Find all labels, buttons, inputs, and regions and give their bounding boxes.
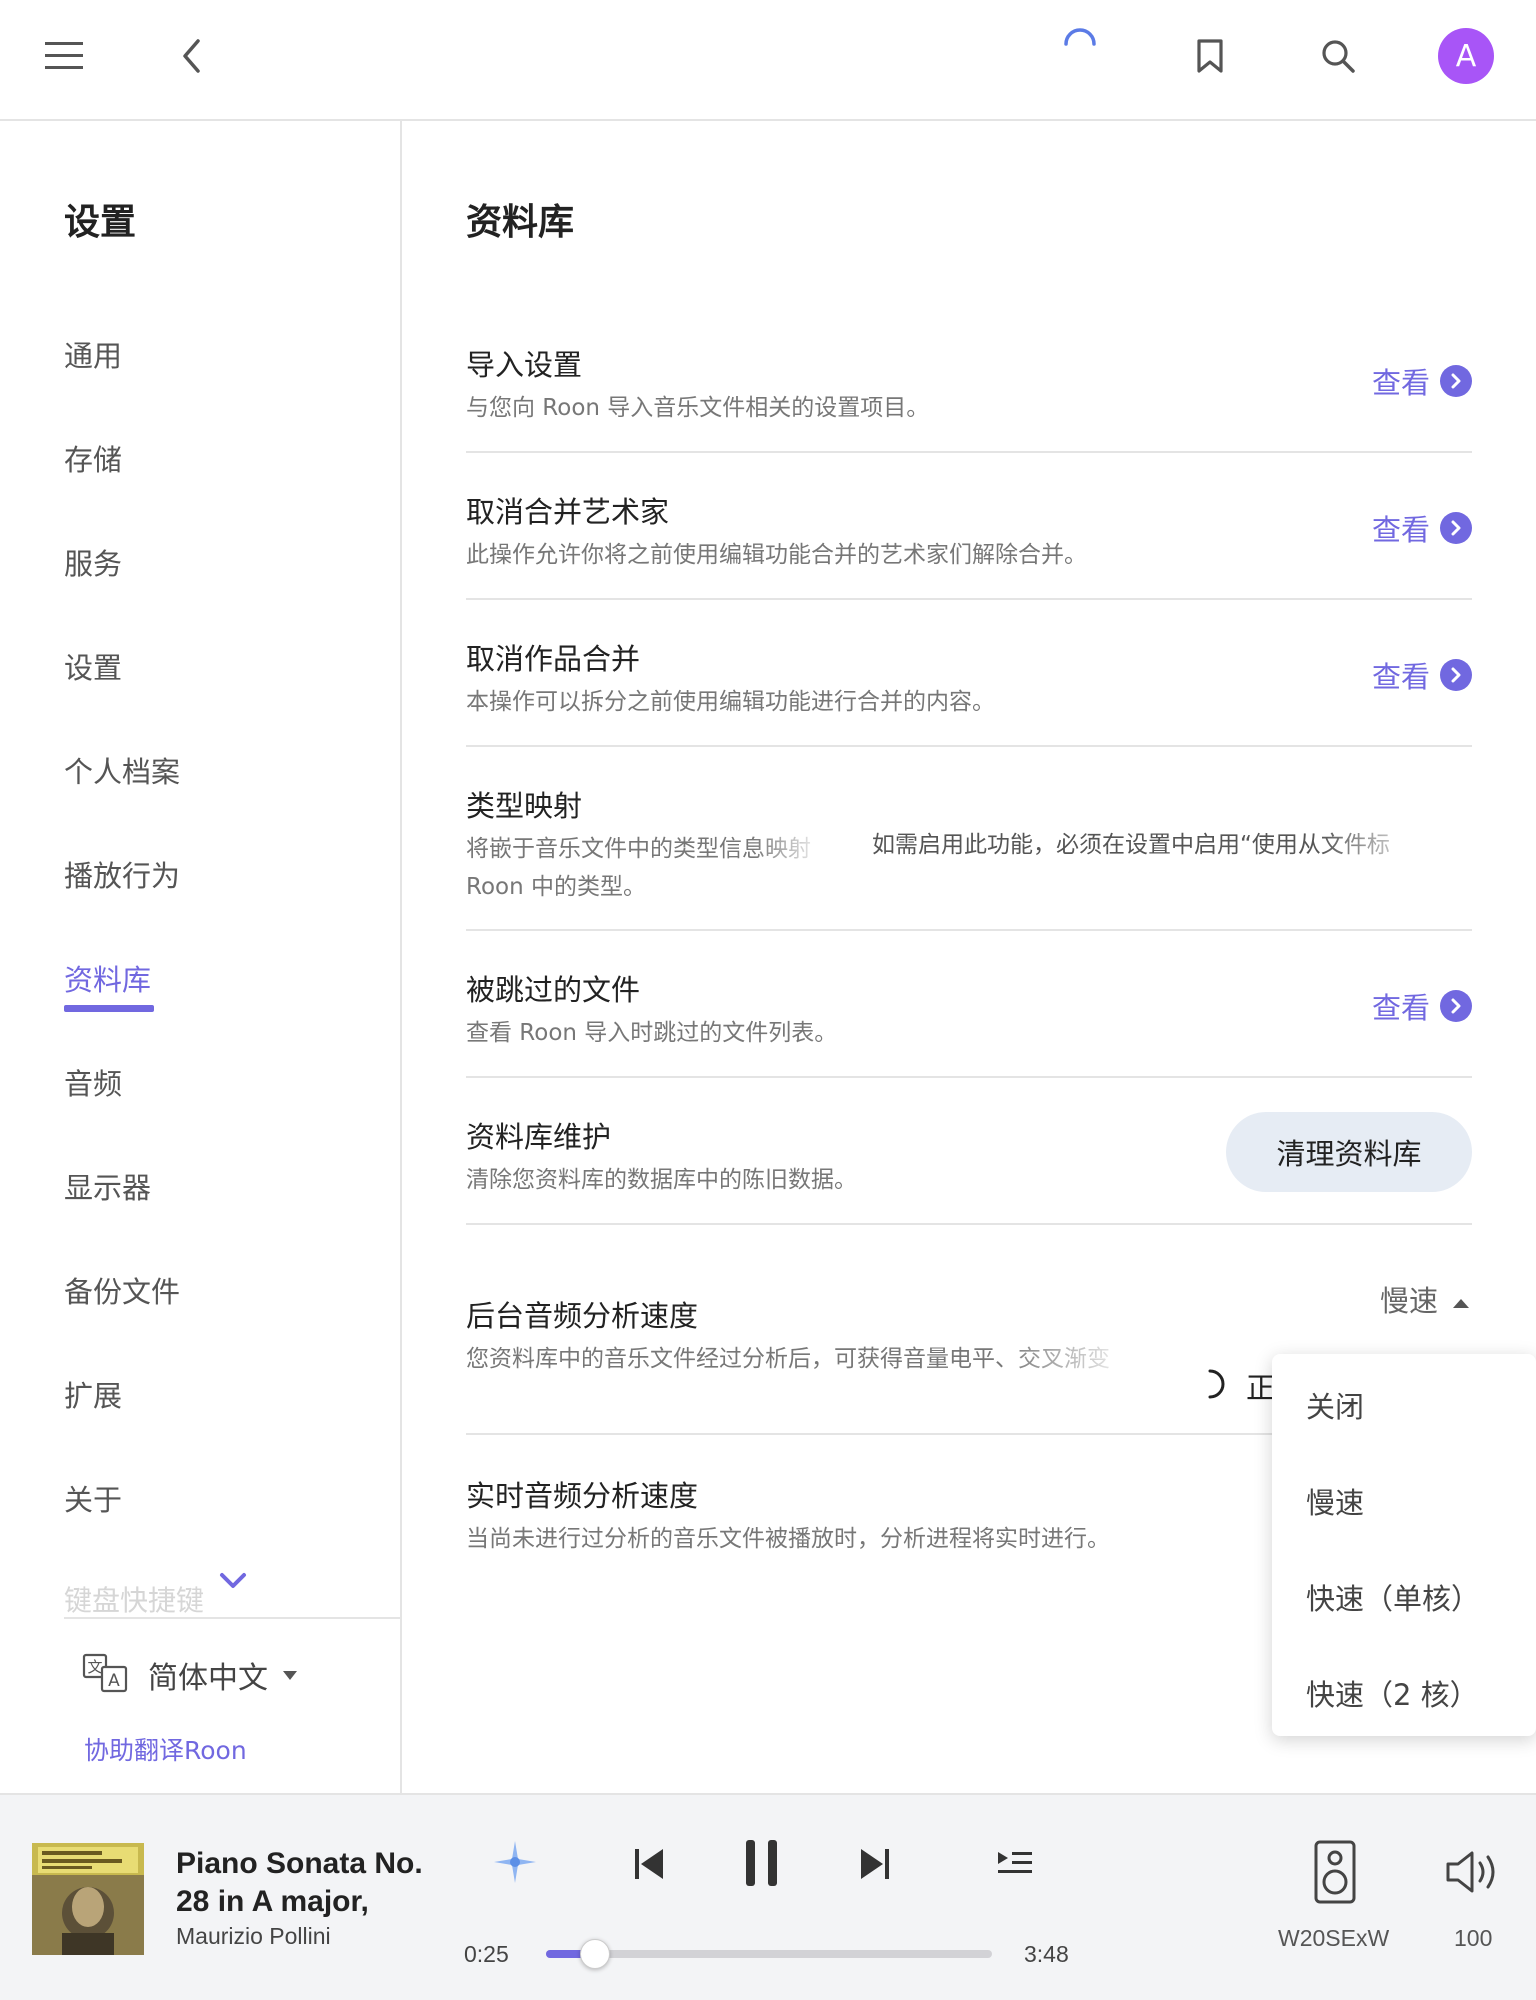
row-description: 当尚未进行过分析的音乐文件被播放时，分析进程将实时进行。 [466, 1526, 1110, 1552]
sidebar-item-extensions[interactable]: 扩展 [64, 1373, 122, 1415]
row-description-continued: Roon 中的类型。 [466, 874, 646, 900]
dropdown-option-off[interactable]: 关闭 [1306, 1384, 1364, 1426]
previous-track-icon[interactable] [624, 1839, 674, 1889]
svg-text:A: A [108, 1671, 120, 1691]
background-speed-select[interactable]: 慢速 [1380, 1278, 1470, 1320]
sidebar-item-library[interactable]: 资料库 [64, 957, 151, 999]
speaker-icon[interactable] [1310, 1839, 1360, 1905]
row-description: 与您向 Roon 导入音乐文件相关的设置项目。 [466, 395, 930, 421]
next-track-icon[interactable] [850, 1839, 900, 1889]
scroll-more-chevron-icon[interactable] [218, 1569, 248, 1593]
sidebar-item-playback[interactable]: 播放行为 [64, 853, 180, 895]
view-label: 查看 [1371, 991, 1430, 1025]
sidebar-item-keyboard-shortcuts[interactable]: 键盘快捷键 [64, 1579, 204, 1619]
view-button[interactable]: 查看 [1372, 654, 1472, 696]
sidebar-item-storage[interactable]: 存储 [64, 437, 122, 479]
clean-library-button[interactable]: 清理资料库 [1226, 1112, 1472, 1192]
analysis-status: 正 [1204, 1365, 1275, 1407]
chevron-right-circle-icon [1440, 512, 1472, 544]
pause-icon[interactable] [734, 1833, 790, 1893]
settings-row-import: 导入设置 与您向 Roon 导入音乐文件相关的设置项目。 查看 [466, 336, 1472, 453]
view-button[interactable]: 查看 [1372, 360, 1472, 402]
svg-text:文: 文 [87, 1658, 102, 1676]
dropdown-option-slow[interactable]: 慢速 [1306, 1480, 1364, 1522]
row-title: 被跳过的文件 [466, 973, 641, 1007]
view-label: 查看 [1371, 366, 1430, 400]
chevron-right-circle-icon [1440, 990, 1472, 1022]
caret-up-icon [1452, 1282, 1470, 1316]
view-label: 查看 [1371, 660, 1430, 694]
seek-bar[interactable] [546, 1939, 992, 1969]
spinner-icon [1204, 1367, 1228, 1405]
zone-name[interactable]: W20SExW [1278, 1925, 1389, 1952]
row-title: 类型映射 [466, 789, 583, 823]
page-title: 资料库 [466, 202, 575, 243]
volume-level[interactable]: 100 [1454, 1925, 1492, 1952]
seek-bar-thumb[interactable] [580, 1939, 611, 1969]
sidebar-item-services[interactable]: 服务 [64, 541, 122, 583]
speed-dropdown-menu: 关闭 慢速 快速（单核） 快速（2 核） [1272, 1354, 1536, 1736]
row-title: 取消作品合并 [466, 642, 641, 676]
album-cover[interactable] [32, 1843, 144, 1955]
view-button[interactable]: 查看 [1372, 507, 1472, 549]
row-title: 导入设置 [466, 348, 583, 382]
row-description: 此操作允许你将之前使用编辑功能合并的艺术家们解除合并。 [466, 542, 1087, 568]
row-description: 清除您资料库的数据库中的陈旧数据。 [466, 1167, 857, 1193]
user-avatar[interactable]: A [1438, 28, 1494, 84]
sidebar-item-profile[interactable]: 个人档案 [64, 749, 180, 791]
row-title: 资料库维护 [466, 1120, 612, 1154]
volume-icon[interactable] [1442, 1847, 1506, 1897]
caret-down-icon [282, 1666, 298, 1685]
sidebar-item-general[interactable]: 通用 [64, 333, 122, 375]
sidebar-item-displays[interactable]: 显示器 [64, 1165, 151, 1207]
bookmark-icon[interactable] [1180, 26, 1240, 86]
settings-row-unmerge-works: 取消作品合并 本操作可以拆分之前使用编辑功能进行合并的内容。 查看 [466, 600, 1472, 747]
chevron-right-circle-icon [1440, 365, 1472, 397]
elapsed-time: 0:25 [464, 1941, 509, 1967]
language-selector[interactable]: 文 A 简体中文 [82, 1653, 298, 1697]
view-label: 查看 [1371, 513, 1430, 547]
genre-mapping-note: 如需启用此功能，必须在设置中启用“使用从文件标 [872, 832, 1390, 858]
sidebar-title: 设置 [64, 202, 137, 243]
dropdown-option-fast-dual[interactable]: 快速（2 核） [1306, 1672, 1479, 1714]
sidebar-item-setup[interactable]: 设置 [64, 645, 122, 687]
settings-row-library-maintenance: 资料库维护 清除您资料库的数据库中的陈旧数据。 清理资料库 [466, 1078, 1472, 1225]
search-icon[interactable] [1308, 26, 1368, 86]
track-artist[interactable]: Maurizio Pollini [176, 1923, 331, 1950]
row-description: 将嵌于音乐文件中的类型信息映射 [466, 836, 811, 862]
settings-row-unmerge-artists: 取消合并艺术家 此操作允许你将之前使用编辑功能合并的艺术家们解除合并。 查看 [466, 453, 1472, 600]
sidebar-divider [64, 1617, 400, 1619]
row-title: 实时音频分析速度 [466, 1479, 699, 1513]
settings-sidebar: 设置 通用 存储 服务 设置 个人档案 播放行为 资料库 音频 显示器 备份文件… [0, 121, 402, 1793]
row-description: 您资料库中的音乐文件经过分析后，可获得音量电平、交叉渐变 [466, 1346, 1110, 1372]
sidebar-item-audio[interactable]: 音频 [64, 1061, 122, 1103]
settings-row-genre-mapping: 类型映射 将嵌于音乐文件中的类型信息映射 Roon 中的类型。 如需启用此功能，… [466, 747, 1472, 931]
queue-icon[interactable] [990, 1843, 1040, 1883]
now-playing-bar: Piano Sonata No. 28 in A major, Maurizio… [0, 1793, 1536, 2000]
active-tab-indicator [64, 1005, 154, 1012]
help-translate-link[interactable]: 协助翻译Roon [84, 1731, 247, 1767]
translate-icon: 文 A [82, 1653, 130, 1697]
analysis-status-text: 正 [1246, 1371, 1276, 1405]
dropdown-option-fast-single[interactable]: 快速（单核） [1306, 1576, 1480, 1618]
sidebar-item-about[interactable]: 关于 [64, 1477, 122, 1519]
speed-select-value: 慢速 [1380, 1284, 1439, 1318]
top-bar: A [0, 0, 1536, 121]
chevron-left-icon[interactable] [162, 26, 222, 86]
radio-sparkle-icon[interactable] [488, 1835, 542, 1889]
row-description: 查看 Roon 导入时跳过的文件列表。 [466, 1020, 838, 1046]
row-title: 取消合并艺术家 [466, 495, 670, 529]
hamburger-menu-icon[interactable] [34, 26, 94, 86]
row-title: 后台音频分析速度 [466, 1299, 699, 1333]
track-duration: 3:48 [1024, 1941, 1069, 1967]
sidebar-item-backups[interactable]: 备份文件 [64, 1269, 180, 1311]
chevron-right-circle-icon [1440, 659, 1472, 691]
view-button[interactable]: 查看 [1372, 985, 1472, 1027]
settings-row-skipped-files: 被跳过的文件 查看 Roon 导入时跳过的文件列表。 查看 [466, 931, 1472, 1078]
track-title[interactable]: Piano Sonata No. 28 in A major, [176, 1845, 446, 1921]
spinner-icon [1050, 14, 1110, 74]
row-description: 本操作可以拆分之前使用编辑功能进行合并的内容。 [466, 689, 995, 715]
language-label: 简体中文 [148, 1661, 268, 1696]
